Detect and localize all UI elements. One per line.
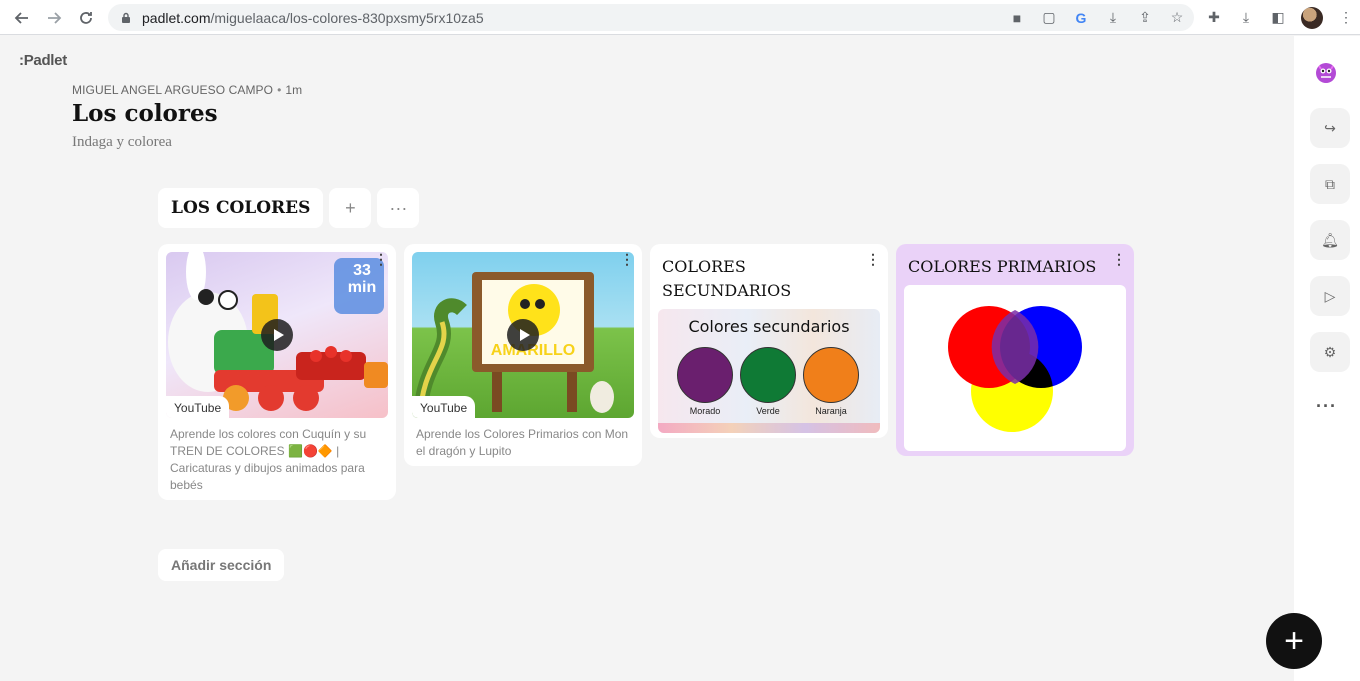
post-card[interactable]: ⋮ AMARILLO YouTube Aprende los Colores P… [404, 244, 642, 466]
video-thumbnail[interactable]: AMARILLO YouTube [412, 252, 634, 418]
share-arrow-icon[interactable]: ↪ [1310, 108, 1350, 148]
swatch-naranja [803, 347, 859, 403]
url-text: padlet.com/miguelaaca/los-colores-830pxs… [142, 9, 484, 26]
add-post-fab[interactable]: + [1266, 613, 1322, 669]
post-description: Aprende los Colores Primarios con Mon el… [416, 427, 629, 458]
watercolor-strip [658, 423, 880, 433]
forward-arrow-icon[interactable] [38, 2, 70, 34]
post-card[interactable]: ⋮ 33 min YouTube Aprende los colores con… [158, 244, 396, 500]
padlet-board: :Padlet MIGUEL ANGEL ARGUESO CAMPO • 1m Lo… [0, 36, 1294, 681]
padlet-logo[interactable]: :Padlet [19, 52, 67, 69]
swatch-label: Morado [689, 406, 721, 416]
section-header: LOS COLORES + ··· [158, 188, 420, 228]
secondary-colors-image[interactable]: Colores secundarios Morado Verde Naranja [658, 309, 880, 433]
swatch-verde [740, 347, 796, 403]
section-title[interactable]: LOS COLORES [158, 188, 324, 228]
avatar[interactable] [1301, 6, 1323, 29]
puzzle-icon[interactable]: ✚ [1205, 9, 1223, 26]
download-box-icon[interactable]: ⤓ [1104, 9, 1122, 26]
post-title: COLORES SECUNDARIOS [662, 257, 792, 300]
lock-icon [122, 12, 130, 23]
page-subtitle: Indaga y colorea [72, 134, 172, 150]
post-age: 1m [285, 83, 303, 97]
kebab-icon[interactable]: ⋮ [1337, 9, 1355, 26]
post-menu-icon[interactable]: ⋮ [620, 252, 634, 266]
section-more-button[interactable]: ··· [377, 188, 420, 228]
color-venn-diagram [948, 306, 1082, 432]
sidepanel-icon[interactable]: ◧ [1269, 9, 1287, 26]
swatch-label: Naranja [815, 406, 847, 416]
play-icon[interactable]: ▷ [1310, 276, 1350, 316]
author-name[interactable]: MIGUEL ANGEL ARGUESO CAMPO [72, 83, 273, 97]
page-title: Los colores [72, 100, 218, 127]
play-icon[interactable] [261, 319, 293, 351]
source-tag: YouTube [166, 396, 230, 418]
swatch-morado [677, 347, 733, 403]
clipboard-icon[interactable]: ▢ [1040, 9, 1058, 26]
remake-icon[interactable]: ⧉ [1310, 164, 1350, 204]
duration-badge: 33 min [347, 262, 377, 296]
post-menu-icon[interactable]: ⋮ [866, 252, 880, 266]
download-icon[interactable]: ⤓ [1237, 9, 1255, 26]
profile-monster-icon[interactable] [1314, 60, 1338, 84]
post-menu-icon[interactable]: ⋮ [374, 252, 388, 266]
google-icon[interactable]: G [1072, 10, 1090, 26]
image-heading: Colores secundarios [688, 317, 850, 336]
add-post-button[interactable]: + [329, 188, 372, 228]
bell-icon[interactable]: 🔔︎ [1310, 220, 1350, 260]
star-icon[interactable]: ☆ [1168, 9, 1186, 26]
browser-toolbar: padlet.com/miguelaaca/los-colores-830pxs… [0, 0, 1360, 35]
play-icon[interactable] [507, 319, 539, 351]
camera-icon[interactable]: ■ [1008, 10, 1026, 26]
address-bar[interactable]: padlet.com/miguelaaca/los-colores-830pxs… [108, 4, 1194, 31]
add-section-button[interactable]: Añadir sección [158, 549, 285, 581]
back-arrow-icon[interactable] [6, 2, 38, 34]
post-card[interactable]: ⋮ COLORES SECUNDARIOS Colores secundario… [650, 244, 888, 438]
video-thumbnail[interactable]: 33 min YouTube [166, 252, 388, 418]
swatch-label: Verde [756, 406, 780, 416]
reload-icon[interactable] [70, 2, 102, 34]
author-line: MIGUEL ANGEL ARGUESO CAMPO • 1m [72, 83, 303, 97]
post-menu-icon[interactable]: ⋮ [1112, 252, 1126, 266]
right-rail: ↪ ⧉ 🔔︎ ▷ ⚙ ··· [1294, 36, 1360, 681]
share-icon[interactable]: ⇪ [1136, 9, 1154, 26]
settings-icon[interactable]: ⚙ [1310, 332, 1350, 372]
post-card[interactable]: ⋮ COLORES PRIMARIOS [896, 244, 1134, 456]
more-dots-icon[interactable]: ··· [1316, 396, 1337, 417]
post-description: Aprende los colores con Cuquín y su TREN… [170, 427, 367, 492]
post-title: COLORES PRIMARIOS [908, 257, 1097, 276]
source-tag: YouTube [412, 396, 476, 418]
primary-colors-image[interactable] [904, 285, 1126, 451]
